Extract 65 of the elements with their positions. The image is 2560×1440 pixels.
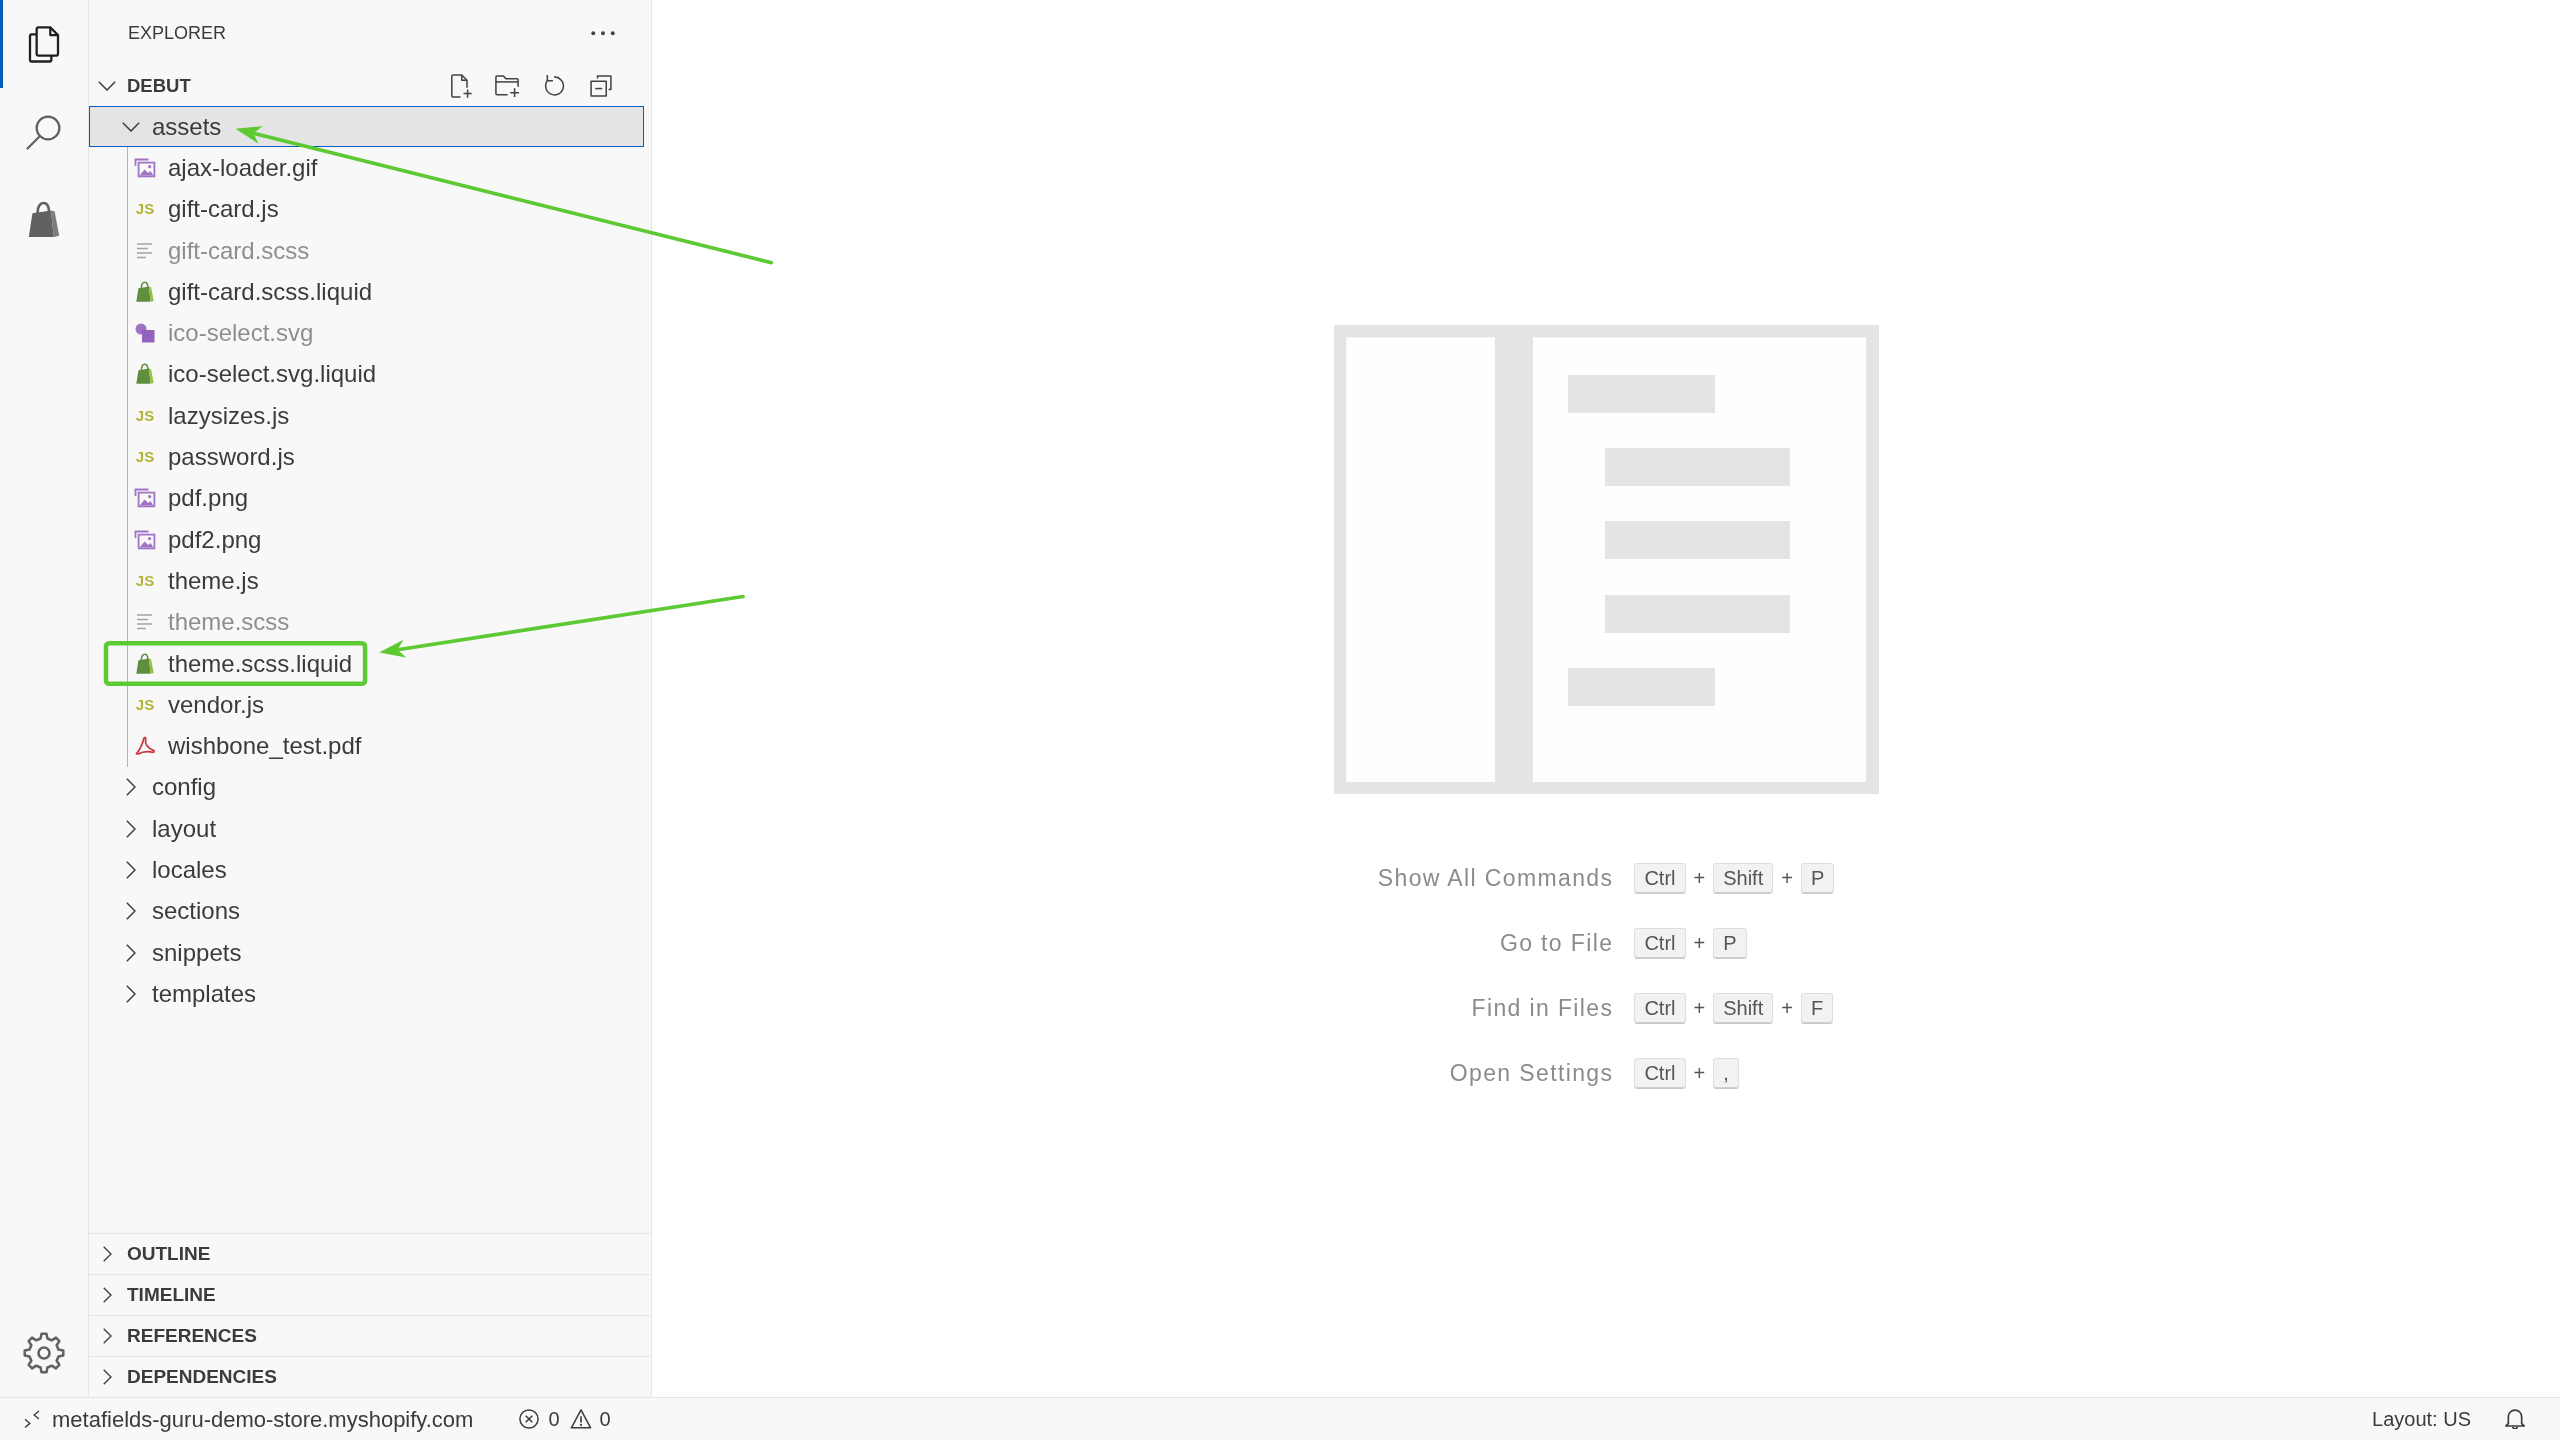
command-label: Open Settings: [1448, 1058, 1614, 1088]
shopping-bag-icon: [133, 651, 157, 676]
key-cap: Ctrl: [1634, 927, 1686, 959]
key-cap: Ctrl: [1634, 1057, 1686, 1089]
error-icon[interactable]: [518, 1408, 541, 1430]
key-cap: Ctrl: [1634, 992, 1686, 1024]
file-item[interactable]: theme.scss.liquid: [128, 642, 359, 685]
plus-sign: +: [1693, 995, 1706, 1021]
remote-icon[interactable]: [23, 1410, 41, 1428]
command-label: Find in Files: [1470, 993, 1614, 1023]
warning-icon[interactable]: [569, 1408, 592, 1430]
folder-item[interactable]: snippets: [89, 931, 248, 974]
key-cap: Shift: [1713, 862, 1774, 894]
key-cap: P: [1713, 927, 1747, 959]
key-cap: Ctrl: [1634, 862, 1686, 894]
plus-sign: +: [1781, 995, 1793, 1021]
folder-item[interactable]: assets: [89, 106, 644, 148]
command-label: Go to File: [1498, 928, 1614, 958]
plus-sign: +: [1693, 1060, 1706, 1086]
settings-icon[interactable]: [22, 1331, 66, 1375]
file-item[interactable]: JS password.js: [128, 436, 301, 478]
shapes-icon: [133, 321, 157, 346]
folder-item[interactable]: templates: [89, 973, 263, 1015]
folder-item[interactable]: layout: [89, 808, 223, 850]
file-item[interactable]: JS vendor.js: [128, 684, 271, 726]
error-count[interactable]: 0: [548, 1404, 560, 1434]
collapse-all-icon[interactable]: [587, 72, 615, 100]
key-cap: F: [1800, 992, 1834, 1024]
command-label: Show All Commands: [1377, 863, 1614, 893]
js-file-icon: JS: [133, 568, 157, 593]
file-item[interactable]: wishbone_test.pdf: [128, 725, 368, 767]
folder-item[interactable]: config: [89, 766, 223, 809]
section-header[interactable]: DEBUT: [98, 72, 191, 100]
plus-sign: +: [1693, 865, 1706, 891]
shopping-bag-icon: [133, 362, 157, 387]
folder-item[interactable]: sections: [89, 890, 247, 932]
sidebar-title: EXPLORER: [128, 21, 227, 45]
file-item[interactable]: JS lazysizes.js: [128, 395, 296, 437]
file-item[interactable]: ajax-loader.gif: [128, 147, 324, 189]
remote-host[interactable]: metafields-guru-demo-store.myshopify.com: [52, 1402, 474, 1436]
new-folder-icon[interactable]: [493, 72, 521, 100]
shopping-bag-icon: [133, 279, 157, 304]
js-file-icon: JS: [133, 403, 157, 428]
key-cap: ,: [1713, 1057, 1739, 1089]
plus-sign: +: [1693, 930, 1706, 956]
js-file-icon: JS: [133, 197, 157, 222]
key-cap: Shift: [1713, 992, 1774, 1024]
more-icon[interactable]: [590, 29, 616, 37]
file-item[interactable]: gift-card.scss.liquid: [128, 271, 379, 313]
js-file-icon: JS: [133, 445, 157, 469]
keyboard-layout[interactable]: Layout: US: [2372, 1404, 2471, 1434]
file-item[interactable]: ico-select.svg.liquid: [128, 353, 383, 396]
file-item[interactable]: JS theme.js: [128, 560, 265, 602]
warning-count[interactable]: 0: [599, 1404, 611, 1434]
panel-header[interactable]: OUTLINE: [89, 1233, 651, 1274]
file-item[interactable]: JS gift-card.js: [128, 188, 285, 230]
key-cap: P: [1800, 862, 1835, 894]
folder-item[interactable]: locales: [89, 849, 233, 891]
bell-icon[interactable]: [2505, 1409, 2525, 1429]
panel-header[interactable]: TIMELINE: [89, 1274, 651, 1315]
panel-header[interactable]: REFERENCES: [89, 1315, 651, 1356]
file-item[interactable]: pdf.png: [128, 477, 255, 519]
file-item[interactable]: pdf2.png: [128, 518, 268, 561]
plus-sign: +: [1781, 865, 1793, 891]
js-file-icon: JS: [133, 692, 157, 717]
